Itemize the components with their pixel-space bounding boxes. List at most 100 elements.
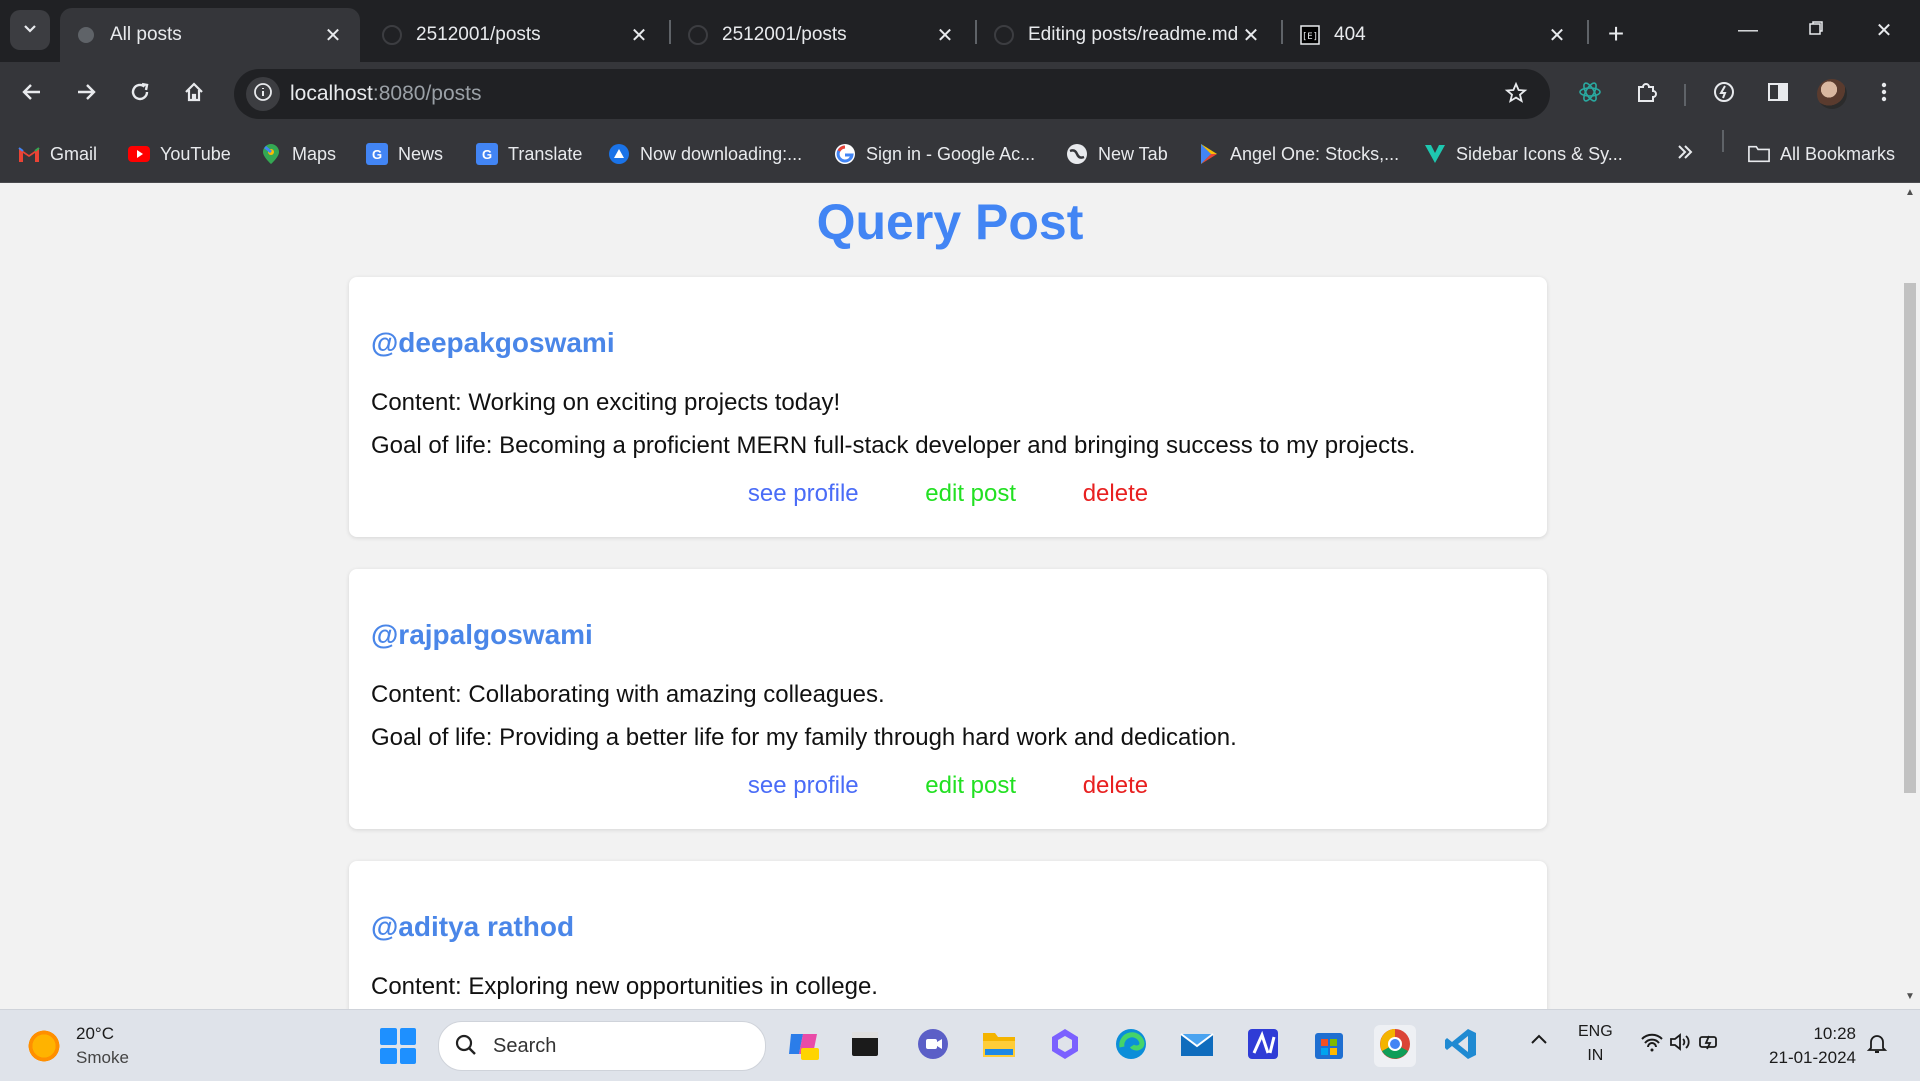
extensions-menu-button[interactable] (1628, 76, 1664, 112)
store-taskbar-app[interactable] (1308, 1025, 1350, 1067)
side-panel-button[interactable] (1760, 76, 1796, 112)
bookmark-youtube[interactable]: YouTube (128, 139, 231, 169)
site-info-button[interactable] (246, 77, 280, 111)
post-content: Content: Exploring new opportunities in … (371, 973, 878, 1000)
delete-post-link[interactable]: delete (1083, 480, 1148, 508)
edit-post-link[interactable]: edit post (925, 772, 1016, 800)
close-tab-icon[interactable]: ✕ (320, 22, 346, 48)
performance-button[interactable] (1706, 76, 1742, 112)
home-button[interactable] (176, 76, 212, 112)
forward-button[interactable] (68, 76, 104, 112)
profile-avatar[interactable] (1817, 79, 1847, 109)
side-panel-icon (1766, 80, 1790, 109)
tab-all-posts[interactable]: All posts ✕ (60, 8, 360, 62)
toolbar-divider (1684, 84, 1686, 106)
bookmark-google-sign-in[interactable]: Sign in - Google Ac... (834, 139, 1035, 169)
clock-time: 10:28 (1813, 1024, 1856, 1043)
bookmark-label: Sign in - Google Ac... (866, 143, 1036, 164)
new-tab-button[interactable]: + (1598, 16, 1634, 52)
see-profile-link[interactable]: see profile (748, 772, 859, 800)
close-window-button[interactable]: ✕ (1854, 12, 1914, 48)
quick-settings-button[interactable] (1640, 1032, 1721, 1057)
search-icon (455, 1034, 477, 1062)
tab-divider (975, 20, 977, 44)
edge-taskbar-app[interactable] (1110, 1025, 1152, 1067)
post-card: @aditya rathod Content: Exploring new op… (349, 861, 1547, 1009)
adobe-taskbar-app[interactable] (1242, 1025, 1284, 1067)
close-tab-icon[interactable]: ✕ (626, 22, 652, 48)
news-icon: G (366, 143, 388, 165)
see-profile-link[interactable]: see profile (748, 480, 859, 508)
gmail-icon (18, 143, 40, 165)
scroll-up-icon[interactable]: ▲ (1904, 187, 1916, 199)
weather-widget[interactable]: 20°C Smoke (26, 1022, 129, 1070)
tab-github-posts-2[interactable]: 2512001/posts ✕ (672, 8, 972, 62)
clock-date: 21-01-2024 (1769, 1048, 1856, 1067)
start-button[interactable] (380, 1028, 416, 1064)
edit-post-link[interactable]: edit post (925, 480, 1016, 508)
reload-button[interactable] (122, 76, 158, 112)
windows-logo-tile (380, 1028, 397, 1045)
github-icon (994, 25, 1014, 45)
page-scrollbar[interactable]: ▲ ▼ (1900, 183, 1920, 1009)
restore-icon (1808, 19, 1824, 42)
bookmark-label: News (398, 143, 444, 164)
store-icon (1312, 1027, 1346, 1066)
tab-title: 2512001/posts (416, 24, 541, 45)
address-bar[interactable]: localhost:8080/posts (234, 69, 1550, 119)
language-indicator[interactable]: ENG IN (1578, 1020, 1613, 1068)
terminal-taskbar-app[interactable] (844, 1025, 886, 1067)
language-code: ENG (1578, 1023, 1613, 1040)
chrome-taskbar-app[interactable] (1374, 1025, 1416, 1067)
tab-search-button[interactable] (10, 10, 50, 50)
arrow-left-icon (21, 81, 43, 108)
delete-post-link[interactable]: delete (1083, 772, 1148, 800)
wifi-icon (1640, 1033, 1664, 1056)
vscode-taskbar-app[interactable] (1440, 1025, 1482, 1067)
close-tab-icon[interactable]: ✕ (1238, 22, 1264, 48)
more-bookmarks-button[interactable] (1676, 139, 1694, 169)
all-bookmarks-button[interactable]: All Bookmarks (1748, 139, 1895, 169)
tab-editing-readme[interactable]: Editing posts/readme.md ✕ (978, 8, 1278, 62)
bookmark-gmail[interactable]: Gmail (18, 139, 97, 169)
extension-button[interactable] (1572, 76, 1608, 112)
taskbar-search[interactable]: Search (438, 1021, 766, 1071)
tab-github-posts-1[interactable]: 2512001/posts ✕ (366, 8, 666, 62)
bookmark-news[interactable]: G News (366, 139, 443, 169)
volume-icon (1668, 1033, 1692, 1056)
file-explorer-taskbar-app[interactable] (978, 1025, 1020, 1067)
back-button[interactable] (14, 76, 50, 112)
close-tab-icon[interactable]: ✕ (1544, 22, 1570, 48)
battery-charging-icon (1697, 1035, 1721, 1056)
post-goal: Goal of life: Providing a better life fo… (371, 724, 1237, 751)
bookmark-star-icon[interactable] (1504, 81, 1528, 110)
close-tab-icon[interactable]: ✕ (932, 22, 958, 48)
close-icon: ✕ (1875, 19, 1893, 42)
react-devtools-icon (1578, 80, 1602, 109)
browser-menu-button[interactable] (1866, 76, 1902, 112)
sun-haze-icon (26, 1028, 62, 1064)
bookmark-new-tab[interactable]: New Tab (1066, 139, 1168, 169)
tab-404[interactable]: [E] 404 ✕ (1284, 8, 1584, 62)
bookmark-now-downloading[interactable]: Now downloading:... (608, 139, 802, 169)
mail-taskbar-app[interactable] (1176, 1025, 1218, 1067)
bookmark-angel-one[interactable]: Angel One: Stocks,... (1198, 139, 1399, 169)
bookmark-label: Gmail (50, 143, 98, 164)
teams-taskbar-app[interactable] (912, 1025, 954, 1067)
notification-bell-icon (1866, 1035, 1888, 1058)
system-clock[interactable]: 10:28 21-01-2024 (1756, 1022, 1856, 1070)
kebab-menu-icon (1880, 80, 1888, 109)
scrollbar-thumb[interactable] (1904, 283, 1916, 793)
copilot-taskbar-app[interactable] (782, 1025, 824, 1067)
scroll-down-icon[interactable]: ▼ (1904, 991, 1916, 1003)
restore-button[interactable] (1786, 12, 1846, 48)
bookmark-translate[interactable]: G Translate (476, 139, 582, 169)
minimize-button[interactable]: — (1718, 12, 1778, 48)
bookmark-maps[interactable]: Maps (260, 139, 336, 169)
vuetify-icon (1424, 143, 1446, 165)
m365-taskbar-app[interactable] (1044, 1025, 1086, 1067)
bookmark-sidebar-icons[interactable]: Sidebar Icons & Sy... (1424, 139, 1623, 169)
show-hidden-icons-button[interactable] (1530, 1032, 1548, 1050)
notifications-button[interactable] (1866, 1032, 1888, 1059)
chevron-up-icon (1530, 1032, 1548, 1049)
